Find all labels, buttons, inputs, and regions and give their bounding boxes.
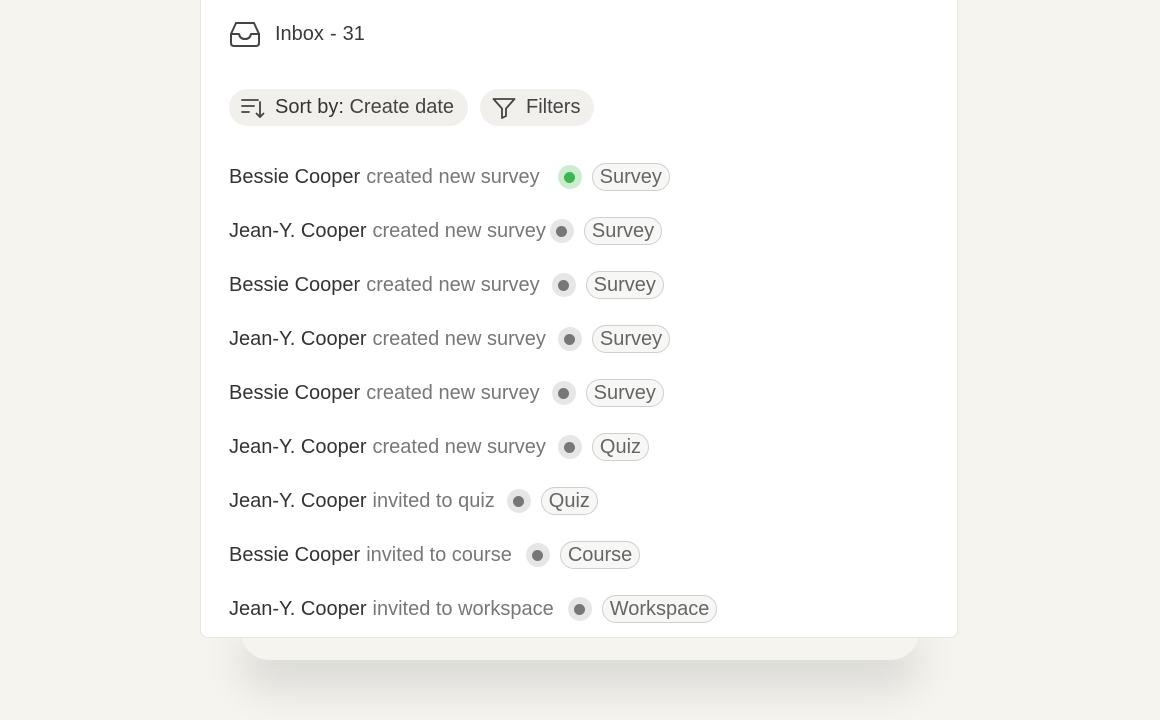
action-text: created new survey (366, 165, 540, 188)
actor-name: Bessie Cooper (229, 543, 361, 566)
action-text: invited to course (366, 543, 512, 566)
actor-name: Jean-Y. Cooper (229, 327, 367, 350)
actor-name: Jean-Y. Cooper (229, 597, 367, 620)
filter-icon (492, 97, 516, 119)
status-dot-inner (556, 225, 568, 237)
action-text: created new survey (372, 435, 546, 458)
action-text: created new survey (366, 273, 540, 296)
read-status-dot (506, 489, 531, 513)
action-text: created new survey (372, 327, 546, 350)
action-text: created new survey (372, 219, 546, 242)
status-dot-inner (574, 603, 586, 615)
action-text: invited to workspace (372, 597, 554, 620)
type-tag: Survey (585, 271, 664, 299)
type-tag: Survey (591, 163, 670, 191)
actor-name: Bessie Cooper (229, 273, 361, 296)
inbox-panel: Inbox - 31 Sort by: Create date Filters … (200, 0, 958, 638)
filters-label: Filters (526, 96, 581, 118)
inbox-title-text: Inbox (275, 22, 324, 45)
status-dot-inner (564, 171, 576, 183)
inbox-header: Inbox - 31 (229, 18, 365, 50)
sort-value: Create date (349, 96, 454, 118)
actor-name: Bessie Cooper (229, 381, 361, 404)
inbox-title: Inbox - 31 (275, 23, 365, 46)
sort-button[interactable]: Sort by: Create date (229, 89, 468, 126)
notification-list: Bessie Cooper created new survey Survey … (229, 150, 718, 636)
status-dot-inner (564, 333, 576, 345)
type-tag: Course (559, 541, 641, 569)
status-dot-inner (558, 387, 570, 399)
sort-icon (241, 97, 265, 119)
read-status-dot (567, 597, 592, 621)
list-item[interactable]: Bessie Cooper invited to course Course (229, 528, 717, 582)
actor-name: Jean-Y. Cooper (229, 219, 367, 242)
sort-label: Sort by: (275, 96, 344, 118)
actor-name: Jean-Y. Cooper (229, 489, 367, 512)
read-status-dot (525, 543, 550, 567)
type-tag: Quiz (540, 487, 598, 515)
status-dot-inner (513, 495, 525, 507)
type-tag: Quiz (591, 433, 650, 461)
read-status-dot (551, 381, 576, 405)
list-item[interactable]: Jean-Y. Cooper created new survey Quiz (229, 420, 717, 474)
list-item[interactable]: Bessie Cooper created new survey Survey (229, 150, 717, 204)
inbox-title-separator: - (329, 22, 337, 45)
list-item[interactable]: Jean-Y. Cooper invited to quiz Quiz (229, 474, 717, 528)
toolbar: Sort by: Create date Filters (229, 89, 595, 126)
read-status-dot (557, 435, 582, 459)
actor-name: Bessie Cooper (229, 165, 361, 188)
read-status-dot (549, 219, 574, 243)
list-item[interactable]: Jean-Y. Cooper created new survey Survey (229, 312, 717, 366)
inbox-icon (229, 20, 261, 48)
list-item[interactable]: Bessie Cooper created new survey Survey (229, 258, 717, 312)
type-tag: Survey (591, 325, 671, 353)
read-status-dot (557, 327, 582, 351)
status-dot-inner (558, 279, 570, 291)
status-dot-inner (532, 549, 544, 561)
status-dot-inner (564, 441, 576, 453)
actor-name: Jean-Y. Cooper (229, 435, 367, 458)
type-tag: Workspace (601, 595, 718, 623)
action-text: created new survey (366, 381, 540, 404)
list-item[interactable]: Bessie Cooper created new survey Survey (229, 366, 717, 420)
inbox-count: 31 (342, 22, 365, 45)
type-tag: Survey (583, 217, 663, 245)
type-tag: Survey (585, 379, 664, 407)
unread-status-dot (557, 165, 582, 189)
filters-button[interactable]: Filters (480, 89, 595, 126)
list-item[interactable]: Jean-Y. Cooper invited to workspace Work… (229, 582, 718, 636)
action-text: invited to quiz (372, 489, 495, 512)
read-status-dot (551, 273, 576, 297)
list-item[interactable]: Jean-Y. Cooper created new survey Survey (229, 204, 717, 258)
